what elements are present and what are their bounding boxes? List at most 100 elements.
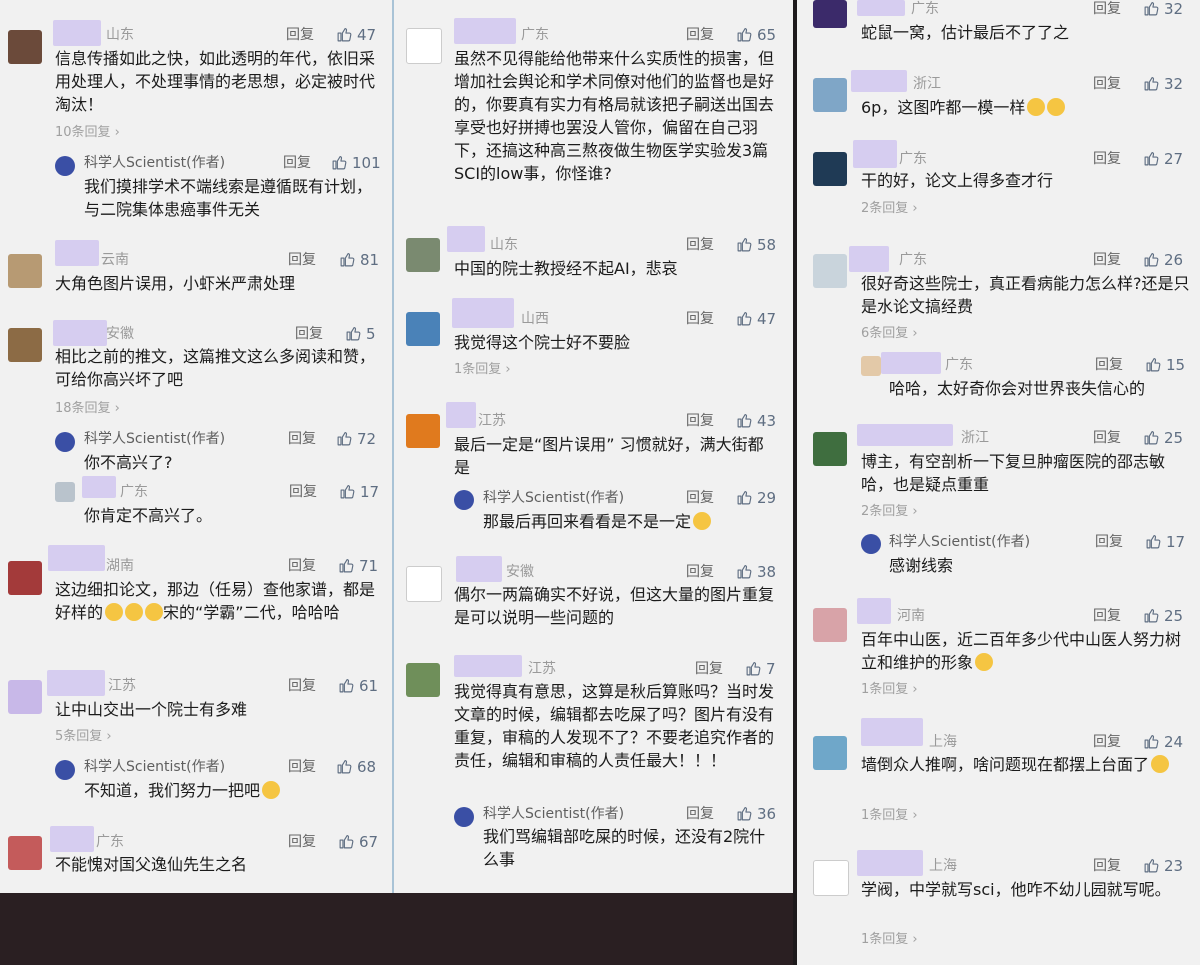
- like-button[interactable]: 26: [1143, 250, 1183, 270]
- like-button[interactable]: 32: [1143, 74, 1183, 94]
- more-replies-link[interactable]: 10条回复 ›: [55, 124, 120, 142]
- reply-button[interactable]: 回复: [1093, 732, 1121, 752]
- reply-button[interactable]: 回复: [1093, 428, 1121, 448]
- reply-button[interactable]: 回复: [1093, 74, 1121, 94]
- like-button[interactable]: 5: [345, 324, 376, 344]
- like-button[interactable]: 36: [736, 804, 776, 824]
- like-button[interactable]: 7: [745, 659, 776, 679]
- username-redacted: [851, 70, 907, 92]
- user-avatar[interactable]: [8, 30, 42, 64]
- author-avatar[interactable]: [861, 534, 881, 554]
- more-replies-link[interactable]: 2条回复 ›: [861, 200, 918, 218]
- user-avatar[interactable]: [813, 254, 847, 288]
- like-button[interactable]: 27: [1143, 149, 1183, 169]
- like-button[interactable]: 71: [338, 556, 378, 576]
- like-button[interactable]: 29: [736, 488, 776, 508]
- reply-button[interactable]: 回复: [686, 309, 714, 329]
- like-button[interactable]: 38: [736, 562, 776, 582]
- more-replies-link[interactable]: 18条回复 ›: [55, 400, 120, 418]
- user-avatar[interactable]: [861, 356, 881, 376]
- user-avatar[interactable]: [406, 238, 440, 272]
- user-avatar[interactable]: [8, 254, 42, 288]
- reply-button[interactable]: 回复: [286, 25, 314, 45]
- reply-button[interactable]: 回复: [686, 411, 714, 431]
- user-avatar[interactable]: [406, 663, 440, 697]
- like-button[interactable]: 23: [1143, 856, 1183, 876]
- user-avatar[interactable]: [8, 328, 42, 362]
- reply-button[interactable]: 回复: [686, 25, 714, 45]
- like-button[interactable]: 61: [338, 676, 378, 696]
- comment-text: 信息传播如此之快，如此透明的年代，依旧采用处理人，不处理事情的老思想，必定被时代…: [55, 49, 376, 114]
- user-avatar[interactable]: [813, 608, 847, 642]
- user-avatar[interactable]: [406, 28, 442, 64]
- reply-button[interactable]: 回复: [1095, 355, 1123, 375]
- author-avatar[interactable]: [454, 490, 474, 510]
- user-avatar[interactable]: [55, 482, 75, 502]
- reply-button[interactable]: 回复: [695, 659, 723, 679]
- reply-button[interactable]: 回复: [288, 757, 316, 777]
- user-avatar[interactable]: [8, 680, 42, 714]
- like-button[interactable]: 65: [736, 25, 776, 45]
- like-button[interactable]: 25: [1143, 428, 1183, 448]
- user-avatar[interactable]: [813, 152, 847, 186]
- user-avatar[interactable]: [813, 432, 847, 466]
- reply-button[interactable]: 回复: [1093, 606, 1121, 626]
- like-button[interactable]: 17: [1145, 532, 1185, 552]
- like-button[interactable]: 67: [338, 832, 378, 852]
- like-button[interactable]: 68: [336, 757, 376, 777]
- reply-button[interactable]: 回复: [1093, 250, 1121, 270]
- user-avatar[interactable]: [813, 78, 847, 112]
- reply-button[interactable]: 回复: [686, 562, 714, 582]
- comment-text: 蛇鼠一窝，估计最后不了了之: [861, 23, 1070, 42]
- like-button[interactable]: 72: [336, 429, 376, 449]
- like-button[interactable]: 15: [1145, 355, 1185, 375]
- reply-button[interactable]: 回复: [1093, 856, 1121, 876]
- reply-button[interactable]: 回复: [288, 676, 316, 696]
- user-avatar[interactable]: [406, 414, 440, 448]
- like-button[interactable]: 81: [339, 250, 379, 270]
- thumbs-up-icon: [1144, 252, 1159, 267]
- author-avatar[interactable]: [454, 807, 474, 827]
- reply-button[interactable]: 回复: [686, 488, 714, 508]
- like-button[interactable]: 58: [736, 235, 776, 255]
- more-replies-link[interactable]: 5条回复 ›: [55, 728, 112, 746]
- like-button[interactable]: 43: [736, 411, 776, 431]
- user-avatar[interactable]: [8, 836, 42, 870]
- reply-button[interactable]: 回复: [686, 804, 714, 824]
- reply-button[interactable]: 回复: [686, 235, 714, 255]
- more-replies-link[interactable]: 6条回复 ›: [861, 325, 918, 343]
- author-avatar[interactable]: [55, 432, 75, 452]
- reply-button[interactable]: 回复: [1093, 0, 1121, 19]
- author-avatar[interactable]: [55, 156, 75, 176]
- reply-button[interactable]: 回复: [289, 482, 317, 502]
- location-label: 广东: [120, 484, 148, 500]
- like-count: 32: [1164, 0, 1184, 18]
- reply-button[interactable]: 回复: [288, 429, 316, 449]
- user-avatar[interactable]: [813, 736, 847, 770]
- reply-button[interactable]: 回复: [1095, 532, 1123, 552]
- user-avatar[interactable]: [813, 860, 849, 896]
- user-avatar[interactable]: [406, 566, 442, 602]
- reply-button[interactable]: 回复: [295, 324, 323, 344]
- reply-button[interactable]: 回复: [288, 832, 316, 852]
- like-button[interactable]: 47: [336, 25, 376, 45]
- reply-button[interactable]: 回复: [288, 556, 316, 576]
- like-button[interactable]: 17: [339, 482, 379, 502]
- more-replies-link[interactable]: 1条回复 ›: [861, 807, 918, 825]
- more-replies-link[interactable]: 1条回复 ›: [861, 681, 918, 699]
- like-button[interactable]: 47: [736, 309, 776, 329]
- like-button[interactable]: 24: [1143, 732, 1183, 752]
- more-replies-link[interactable]: 1条回复 ›: [861, 931, 918, 949]
- user-avatar[interactable]: [406, 312, 440, 346]
- reply-button[interactable]: 回复: [288, 250, 316, 270]
- like-button[interactable]: 25: [1143, 606, 1183, 626]
- more-replies-link[interactable]: 2条回复 ›: [861, 503, 918, 521]
- more-replies-link[interactable]: 1条回复 ›: [454, 361, 511, 379]
- like-button[interactable]: 101: [331, 153, 381, 173]
- reply-button[interactable]: 回复: [283, 153, 311, 173]
- user-avatar[interactable]: [813, 0, 847, 28]
- reply-button[interactable]: 回复: [1093, 149, 1121, 169]
- user-avatar[interactable]: [8, 561, 42, 595]
- author-avatar[interactable]: [55, 760, 75, 780]
- like-button[interactable]: 32: [1143, 0, 1183, 19]
